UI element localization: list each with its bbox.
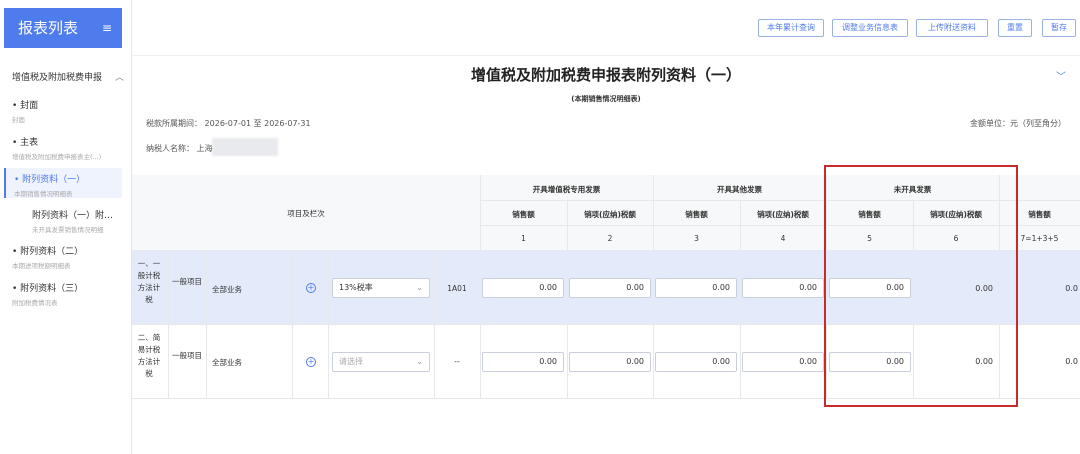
menu-icon[interactable]: ≡	[102, 8, 112, 48]
sidebar-item-sub: 附加税费情况表	[12, 299, 58, 307]
sidebar-item-label: 附列资料（一）附…	[32, 211, 114, 221]
col-header: 销项(应纳)税额	[757, 210, 809, 219]
special-invoice-tax-input[interactable]: 0.00	[569, 278, 651, 298]
sidebar-item-sub: 未开具发票销售情况明细	[32, 226, 104, 234]
sidebar: 报表列表 ≡ 增值税及附加税费申报 ︿ • 封面 封面 • 主表 增值税及附加税…	[0, 0, 132, 454]
col-header: 销售额	[512, 210, 535, 219]
sidebar-item-cover[interactable]: • 封面 封面	[12, 98, 124, 124]
upload-attachments-button[interactable]: 上传附送资料	[916, 19, 988, 37]
item-header: 项目及栏次	[287, 209, 325, 218]
row-category: 二、简易计税方法计税	[137, 333, 161, 378]
taxpayer-label: 纳税人名称：	[146, 144, 194, 153]
group-header-special-invoice: 开具增值税专用发票	[532, 185, 601, 194]
sidebar-group[interactable]: 增值税及附加税费申报 ︿	[12, 70, 124, 83]
chevron-down-icon[interactable]: ﹀	[1056, 68, 1066, 83]
sidebar-group-label: 增值税及附加税费申报	[12, 73, 103, 83]
add-row-icon[interactable]: +	[306, 283, 316, 293]
other-invoice-sales-input[interactable]: 0.00	[655, 352, 737, 372]
chevron-down-icon: ⌄	[416, 357, 423, 366]
tax-rate-select[interactable]: 13%税率 ⌄	[332, 278, 430, 298]
special-invoice-tax-input[interactable]: 0.00	[569, 352, 651, 372]
row-business: 全部业务	[212, 358, 242, 367]
chevron-down-icon: ⌄	[416, 283, 423, 292]
reset-button[interactable]: 重置	[998, 19, 1032, 37]
other-invoice-tax-input[interactable]: 0.00	[742, 352, 824, 372]
toolbar: 本年累计查询 调整业务信息表 上传附送资料 重置 暂存	[132, 0, 1080, 56]
col-number: 4	[780, 234, 786, 243]
adjust-business-info-button[interactable]: 调整业务信息表	[832, 19, 908, 37]
chevron-up-icon[interactable]: ︿	[115, 70, 124, 83]
group-header-other-invoice: 开具其他发票	[717, 185, 762, 194]
page-subtitle: (本期销售情况明细表)	[571, 95, 641, 103]
sidebar-item-attachment-1-sub[interactable]: 附列资料（一）附… 未开具发票销售情况明细	[32, 208, 124, 234]
redacted-name	[212, 138, 278, 156]
sidebar-item-label: 主表	[20, 138, 39, 148]
col-header: 销项(应纳)税额	[584, 210, 636, 219]
tax-rate-value: 13%税率	[339, 283, 373, 292]
sidebar-item-sub: 增值税及附加税费申报表主(...)	[12, 153, 102, 161]
row-business: 全部业务	[212, 285, 242, 294]
col-number: 3	[694, 234, 699, 243]
col-header: 销售额	[685, 210, 708, 219]
tax-period-value: 2026-07-01 至 2026-07-31	[204, 119, 311, 128]
taxpayer-value: 上海	[196, 144, 213, 153]
sidebar-item-sub: 封面	[12, 116, 25, 124]
main-panel: 本年累计查询 调整业务信息表 上传附送资料 重置 暂存 增值税及附加税费申报表附…	[132, 0, 1080, 454]
other-invoice-tax-input[interactable]: 0.00	[742, 278, 824, 298]
sidebar-item-sub: 本期销售情况明细表	[14, 190, 73, 198]
sidebar-item-label: 附列资料（三）	[20, 284, 84, 294]
sidebar-item-label: 附列资料（一）	[22, 175, 86, 185]
highlight-box	[824, 165, 1018, 407]
sidebar-title: 报表列表	[18, 19, 79, 37]
sidebar-item-sub: 本期进项税额明细表	[12, 262, 71, 270]
sidebar-item-attachment-3[interactable]: • 附列资料（三） 附加税费情况表	[12, 281, 124, 307]
save-draft-button[interactable]: 暂存	[1042, 19, 1076, 37]
annual-cumulative-query-button[interactable]: 本年累计查询	[758, 19, 824, 37]
sidebar-item-label: 附列资料（二）	[20, 247, 84, 257]
tax-period-label: 税款所属期间：	[146, 119, 202, 128]
page-title: 增值税及附加税费申报表附列资料（一）	[470, 66, 741, 84]
tax-rate-select[interactable]: 请选择 ⌄	[332, 352, 430, 372]
other-invoice-sales-input[interactable]: 0.00	[655, 278, 737, 298]
row-category: 一、一般计税方法计税	[137, 259, 161, 304]
col-number: 1	[521, 234, 526, 243]
sidebar-header: 报表列表 ≡	[4, 8, 122, 48]
special-invoice-sales-input[interactable]: 0.00	[482, 352, 564, 372]
sidebar-item-label: 封面	[20, 101, 39, 111]
add-row-icon[interactable]: +	[306, 357, 316, 367]
row-code: 1A01	[447, 284, 467, 293]
sidebar-item-attachment-1[interactable]: • 附列资料（一） 本期销售情况明细表	[4, 168, 122, 198]
taxpayer-name: 纳税人名称： 上海	[146, 143, 213, 154]
sidebar-item-main[interactable]: • 主表 增值税及附加税费申报表主(...)	[12, 135, 124, 161]
row-type: 一般项目	[172, 277, 202, 286]
tax-period: 税款所属期间： 2026-07-01 至 2026-07-31	[146, 118, 311, 129]
amount-unit: 金额单位：元（列至角分）	[970, 119, 1066, 128]
row-type: 一般项目	[172, 351, 202, 360]
col-number: 2	[607, 234, 613, 243]
row-code: --	[454, 357, 460, 366]
special-invoice-sales-input[interactable]: 0.00	[482, 278, 564, 298]
sidebar-item-attachment-2[interactable]: • 附列资料（二） 本期进项税额明细表	[12, 244, 124, 270]
tax-rate-placeholder: 请选择	[339, 357, 363, 366]
